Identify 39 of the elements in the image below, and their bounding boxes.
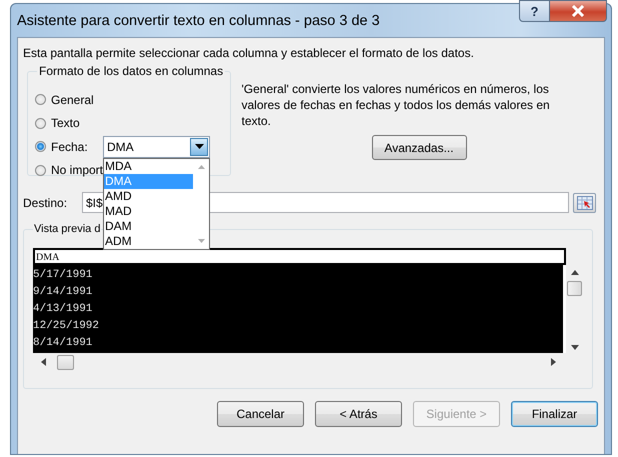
help-button[interactable]: ? — [519, 0, 550, 22]
radio-label: Fecha: — [51, 140, 89, 154]
preview-row-text: 12/25/1992 — [33, 319, 100, 334]
group-label: Formato de los datos en columnas — [38, 64, 224, 78]
radio-button[interactable] — [35, 164, 46, 176]
dropdown-option[interactable]: MDA — [104, 158, 193, 174]
dropdown-option[interactable]: ADM — [104, 234, 193, 249]
range-picker-button[interactable] — [573, 192, 596, 212]
close-icon — [571, 5, 585, 17]
dropdown-option[interactable]: DAM — [104, 218, 193, 234]
preview-row-text: 5/17/1991 — [33, 268, 94, 283]
dialog-button[interactable]: < Atrás — [315, 401, 402, 427]
radio-label: No import — [51, 163, 101, 178]
preview-row-text: 8/14/1991 — [33, 336, 94, 351]
dialog-button[interactable]: Cancelar — [217, 401, 304, 427]
range-picker-icon — [576, 196, 592, 210]
group-label: Vista previa d — [33, 223, 102, 235]
radio-label: General — [51, 92, 95, 107]
preview-row-text: 9/14/1991 — [33, 285, 94, 300]
preview-row-text: 4/13/1991 — [33, 302, 94, 317]
scroll-thumb[interactable] — [57, 354, 74, 370]
field-label: Destino: — [23, 196, 68, 210]
radio-button[interactable] — [35, 118, 46, 129]
scroll-left-icon[interactable] — [41, 358, 46, 366]
close-button[interactable] — [550, 0, 607, 22]
dropdown-arrow-icon — [194, 144, 204, 150]
instruction-text: Esta pantalla permite seleccionar cada columna y establecer el formato de los datos. — [23, 46, 475, 62]
window-title: Asistente para convertir texto en columnas - paso 3 de 3 — [17, 13, 380, 29]
description-text: 'General' convierte los valores numéricos en números, los valores de fechas en fechas y todos los demás valores en texto. — [242, 81, 551, 129]
scroll-up-icon[interactable] — [570, 270, 578, 275]
scroll-thumb[interactable] — [567, 281, 582, 296]
dialog-button[interactable]: Finalizar — [511, 401, 598, 427]
scroll-right-icon[interactable] — [551, 358, 556, 366]
radio-button[interactable] — [35, 94, 46, 106]
column-header: DMA — [33, 248, 566, 265]
radio-button[interactable] — [35, 141, 46, 152]
scroll-down-icon[interactable] — [570, 345, 578, 350]
radio-label: Texto — [51, 116, 81, 130]
advanced-button[interactable]: Avanzadas... — [372, 135, 466, 160]
